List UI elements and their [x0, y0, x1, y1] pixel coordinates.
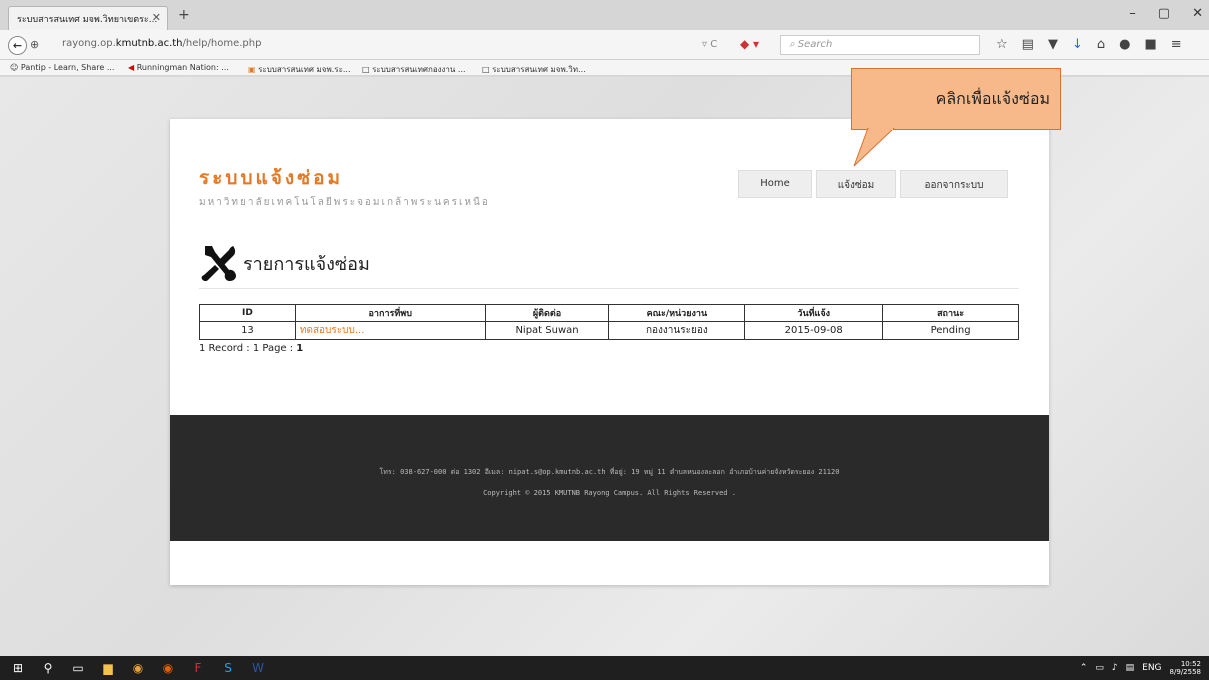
addon-icon[interactable]: ◆ ▾	[740, 37, 759, 51]
page-heading: รายการแจ้งซ่อม	[243, 254, 370, 275]
volume-icon[interactable]: ♪	[1112, 663, 1118, 673]
minimize-icon[interactable]: –	[1129, 6, 1136, 21]
col-id-header: ID	[199, 304, 296, 322]
clock[interactable]: 10:52 8/9/2558	[1170, 660, 1201, 676]
bookmark-item[interactable]: □ ระบบสารสนเทศ มจพ.วิท...	[482, 63, 586, 76]
site-subtitle: มหาวิทยาลัยเทคโนโลยีพระจอมเกล้าพระนครเหน…	[199, 197, 490, 208]
file-explorer-icon[interactable]: ▆	[100, 660, 116, 676]
tools-icon	[201, 246, 236, 282]
reload-icon[interactable]: ▿ C	[702, 39, 717, 50]
col-date-header: วันที่แจ้ง	[744, 304, 884, 322]
bookmark-item[interactable]: ▣ ระบบสารสนเทศ มจพ.ระ...	[248, 63, 351, 76]
chat-icon[interactable]: ●	[1119, 37, 1130, 52]
col-department-header: คณะ/หน่วยงาน	[608, 304, 746, 322]
bookmark-item[interactable]: ◀ Runningman Nation: ...	[128, 63, 229, 72]
clock-date: 8/9/2558	[1169, 668, 1201, 676]
content-card: ระบบแจ้งซ่อม มหาวิทยาลัยเทคโนโลยีพระจอมเ…	[170, 119, 1049, 585]
footer-copyright: Copyright © 2015 KMUTNB Rayong Campus. A…	[483, 489, 736, 497]
skype-icon[interactable]: S	[220, 660, 236, 676]
nav-logout-button[interactable]: ออกจากระบบ	[900, 170, 1008, 198]
url-domain: kmutnb.ac.th	[115, 38, 183, 49]
search-placeholder: Search	[797, 39, 833, 50]
pocket-icon[interactable]: ▼	[1048, 37, 1058, 52]
url-path: /help/home.php	[182, 38, 262, 49]
table-row: 13 ทดสอบระบบ... Nipat Suwan กองงานระยอง …	[199, 321, 1019, 340]
col-status-header: สถานะ	[882, 304, 1019, 322]
new-tab-icon[interactable]: +	[178, 7, 190, 23]
word-icon[interactable]: W	[250, 660, 266, 676]
window-controls: – ▢ ✕	[1129, 6, 1203, 21]
address-bar[interactable]: rayong.op.kmutnb.ac.th/help/home.php	[48, 35, 708, 55]
home-icon[interactable]: ⌂	[1097, 37, 1105, 52]
os-taskbar: ⊞ ⚲ ▭ ▆ ◉ ◉ F S W ⌃ ▭ ♪ ▤ ENG 10:52 8/9/…	[0, 656, 1209, 680]
cell-id: 13	[199, 321, 296, 340]
footer-contact: โทร: 038-627-000 ต่อ 1302 อีเมล: nipat.s…	[379, 468, 840, 476]
site-info-icon[interactable]: ⊕	[30, 38, 39, 51]
search-input[interactable]: ⌕ Search	[780, 35, 980, 55]
tab-close-icon[interactable]: ✕	[152, 11, 161, 24]
search-icon[interactable]: ⚲	[40, 660, 56, 676]
bookmark-item[interactable]: ☺ Pantip - Learn, Share ...	[10, 63, 114, 72]
col-symptom-header: อาการที่พบ	[294, 304, 486, 322]
heading-divider	[199, 288, 1019, 289]
cell-department: กองงานระยอง	[608, 321, 746, 340]
language-indicator[interactable]: ENG	[1142, 663, 1161, 673]
toolbar-icons: ☆ ▤ ▼ ↓ ⌂ ● ■ ≡	[996, 37, 1182, 52]
close-window-icon[interactable]: ✕	[1192, 6, 1203, 21]
chrome-icon[interactable]: ◉	[130, 660, 146, 676]
network-icon[interactable]: ▭	[1095, 663, 1104, 673]
system-tray: ⌃ ▭ ♪ ▤ ENG 10:52 8/9/2558	[1080, 660, 1201, 676]
pagination-current-page[interactable]: 1	[296, 343, 303, 354]
browser-tab-bar: ระบบสารสนเทศ มจพ.วิทยาเขตระ... ✕ + – ▢ ✕	[0, 0, 1209, 30]
main-nav: Home แจ้งซ่อม ออกจากระบบ	[738, 170, 1008, 198]
pagination-label: 1 Record : 1 Page :	[199, 343, 297, 354]
reading-list-icon[interactable]: ▤	[1022, 37, 1034, 52]
back-arrow-icon[interactable]: ←	[8, 36, 27, 55]
pagination-info: 1 Record : 1 Page : 1	[199, 343, 303, 354]
site-title: ระบบแจ้งซ่อม	[199, 167, 344, 189]
taskbar-apps: ⊞ ⚲ ▭ ▆ ◉ ◉ F S W	[10, 660, 266, 676]
callout-text: คลิกเพื่อแจ้งซ่อม	[935, 89, 1050, 108]
url-prefix: rayong.op.	[62, 38, 116, 49]
task-view-icon[interactable]: ▭	[70, 660, 86, 676]
tab-title: ระบบสารสนเทศ มจพ.วิทยาเขตระ...	[17, 15, 158, 25]
annotation-callout: คลิกเพื่อแจ้งซ่อม	[851, 68, 1061, 130]
bookmark-star-icon[interactable]: ☆	[996, 37, 1008, 52]
table-header-row: ID อาการที่พบ ผู้ติดต่อ คณะ/หน่วยงาน วัน…	[199, 304, 1019, 322]
cell-status: Pending	[882, 321, 1019, 340]
callout-pointer	[853, 128, 895, 167]
filezilla-icon[interactable]: F	[190, 660, 206, 676]
nav-home-button[interactable]: Home	[738, 170, 812, 198]
bookmark-item[interactable]: □ ระบบสารสนเทศกองงาน ...	[362, 63, 466, 76]
restore-icon[interactable]: ▢	[1158, 6, 1170, 21]
extension-icon[interactable]: ■	[1144, 37, 1156, 52]
tray-chevron-icon[interactable]: ⌃	[1080, 663, 1088, 673]
browser-nav-bar: ← ⊕ rayong.op.kmutnb.ac.th/help/home.php…	[0, 30, 1209, 60]
page-footer: โทร: 038-627-000 ต่อ 1302 อีเมล: nipat.s…	[170, 415, 1049, 541]
start-icon[interactable]: ⊞	[10, 660, 26, 676]
browser-tab[interactable]: ระบบสารสนเทศ มจพ.วิทยาเขตระ... ✕	[8, 6, 168, 30]
notification-icon[interactable]: ▤	[1126, 663, 1135, 673]
clock-time: 10:52	[1180, 660, 1201, 668]
menu-icon[interactable]: ≡	[1171, 37, 1182, 52]
col-contact-header: ผู้ติดต่อ	[484, 304, 610, 322]
firefox-icon[interactable]: ◉	[160, 660, 176, 676]
cell-contact: Nipat Suwan	[484, 321, 610, 340]
nav-report-repair-button[interactable]: แจ้งซ่อม	[816, 170, 896, 198]
page-viewport: ระบบแจ้งซ่อม มหาวิทยาลัยเทคโนโลยีพระจอมเ…	[0, 77, 1209, 656]
symptom-link[interactable]: ทดสอบระบบ...	[294, 321, 486, 340]
repair-table: ID อาการที่พบ ผู้ติดต่อ คณะ/หน่วยงาน วัน…	[199, 304, 1019, 340]
cell-date: 2015-09-08	[744, 321, 884, 340]
download-icon[interactable]: ↓	[1072, 37, 1083, 52]
